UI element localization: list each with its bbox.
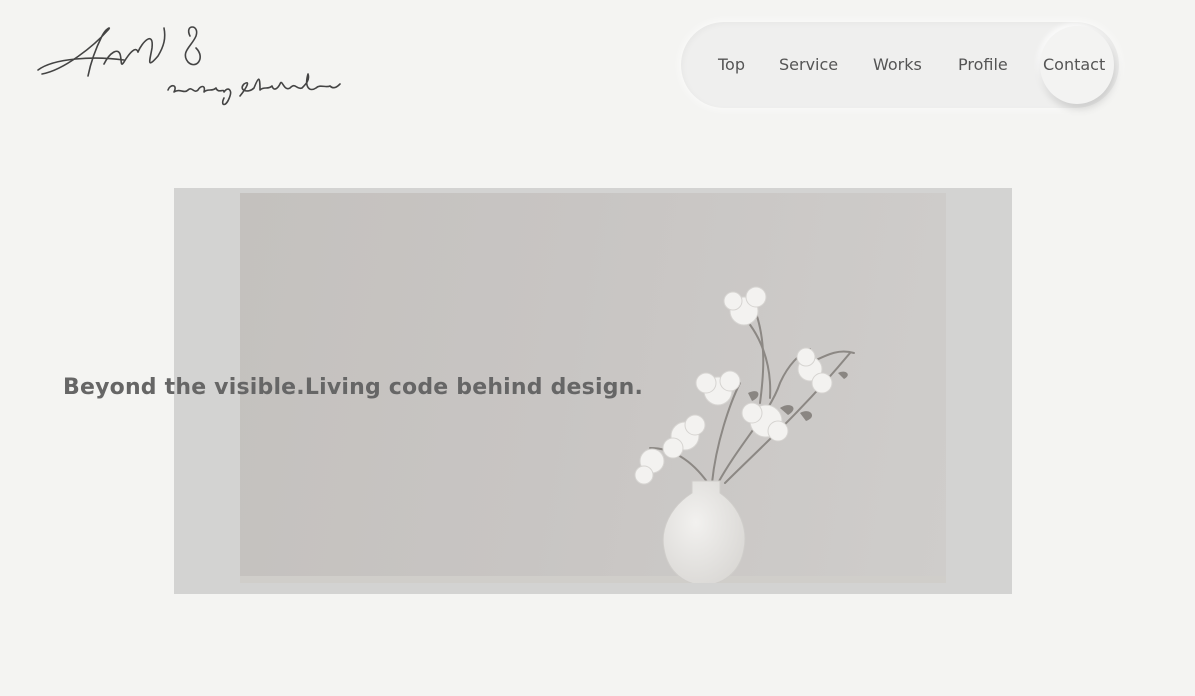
hero-tagline: Beyond the visible.Living code behind de…: [63, 375, 644, 400]
nav-top[interactable]: Top: [718, 22, 745, 108]
nav-contact[interactable]: Contact: [1043, 22, 1105, 108]
nav-service[interactable]: Service: [779, 22, 838, 108]
page: Top Service Works Profile Contact Beyond…: [0, 0, 1195, 696]
logo[interactable]: [34, 18, 354, 118]
nav-profile[interactable]: Profile: [958, 22, 1008, 108]
logo-mark: [37, 26, 341, 106]
nav-works[interactable]: Works: [873, 22, 922, 108]
